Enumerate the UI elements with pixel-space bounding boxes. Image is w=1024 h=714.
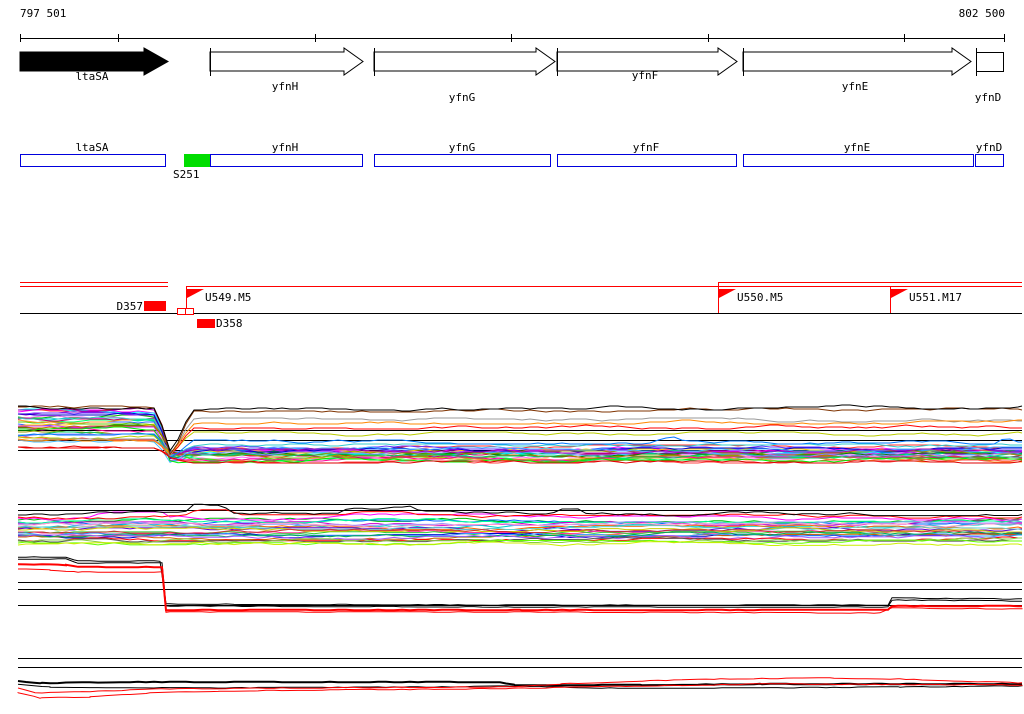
gene-body (742, 47, 972, 76)
region-label-yfnF: yfnF (633, 141, 660, 154)
region-rect (374, 154, 551, 167)
region-label-yfnD: yfnD (976, 141, 1003, 154)
ruler (20, 34, 1005, 42)
expression-band-1 (17, 404, 1023, 464)
gene-label-yfnE: yfnE (842, 80, 869, 93)
region-rect (557, 154, 737, 167)
region-label-ltaSA: ltaSA (75, 141, 108, 154)
region-rect (743, 154, 974, 167)
marker-D358[interactable]: D358 (197, 317, 243, 330)
region-label-yfnE: yfnE (844, 141, 871, 154)
gene-label-yfnF: yfnF (632, 69, 659, 82)
region-box-yfnD[interactable]: yfnD (975, 141, 1004, 167)
region-box-yfnG[interactable]: yfnG (374, 141, 551, 167)
down-marker-rect (144, 301, 166, 311)
region-label-yfnG: yfnG (449, 141, 476, 154)
region-box-ltaSA[interactable]: ltaSA (20, 141, 166, 167)
series-line (18, 556, 1023, 606)
genome-browser-view: 797 501 802 500 ltaSA yfnH yfnG yfnF yfnE yfn… (0, 0, 1024, 714)
flag-pennant-icon (187, 289, 204, 298)
flag-label-U550.M5: U550.M5 (737, 291, 783, 304)
flag-U549.M5[interactable]: U549.M5 (186, 286, 252, 313)
region-box-yfnH[interactable]: yfnH (210, 141, 363, 167)
gene-label-yfnD: yfnD (975, 91, 1002, 104)
gene-body (209, 47, 364, 76)
expression-band-4 (17, 658, 1023, 699)
region-rect (20, 154, 166, 167)
region-box-yfnE[interactable]: yfnE (743, 141, 974, 167)
down-marker-rect (197, 319, 215, 328)
marker-S251[interactable]: S251 (173, 154, 210, 181)
marker-rect (184, 154, 210, 167)
marker-label-S251: S251 (173, 168, 200, 181)
gene-arrow-yfnF[interactable]: yfnF (556, 47, 738, 82)
gene-body (373, 47, 556, 76)
flag-U551.M17[interactable]: U551.M17 (890, 286, 962, 313)
flag-pennant-icon (719, 289, 736, 298)
probe-box (177, 308, 186, 315)
probe-box (185, 308, 194, 315)
region-rect (210, 154, 363, 167)
gene-arrow-yfnD[interactable]: yfnD (975, 48, 1004, 104)
gene-label-yfnH: yfnH (272, 80, 299, 93)
series-line (18, 558, 1023, 608)
gene-body (976, 52, 1004, 72)
region-box-yfnF[interactable]: yfnF (557, 141, 737, 167)
gene-arrow-yfnH[interactable]: yfnH (209, 47, 364, 93)
expression-band-2 (17, 503, 1023, 547)
gene-arrow-yfnG[interactable]: yfnG (373, 47, 556, 104)
gene-arrow-ltaSA[interactable]: ltaSA (19, 47, 170, 83)
region-label-yfnH: yfnH (272, 141, 299, 154)
flag-label-U549.M5: U549.M5 (205, 291, 251, 304)
marker-D357[interactable]: D357 (117, 300, 167, 313)
gene-label-yfnG: yfnG (449, 91, 476, 104)
browser-canvas: ltaSA yfnH yfnG yfnF yfnE yfnD ltaSA yfnH yfnG yf… (17, 34, 1023, 699)
down-marker-label-D357: D357 (117, 300, 144, 313)
gene-label-ltaSA: ltaSA (75, 70, 108, 83)
down-marker-label-D358: D358 (216, 317, 243, 330)
region-rect (975, 154, 1004, 167)
flag-label-U551.M17: U551.M17 (909, 291, 962, 304)
flag-pennant-icon (891, 289, 908, 298)
expression-band-3 (17, 556, 1023, 614)
gene-arrow-yfnE[interactable]: yfnE (742, 47, 972, 93)
